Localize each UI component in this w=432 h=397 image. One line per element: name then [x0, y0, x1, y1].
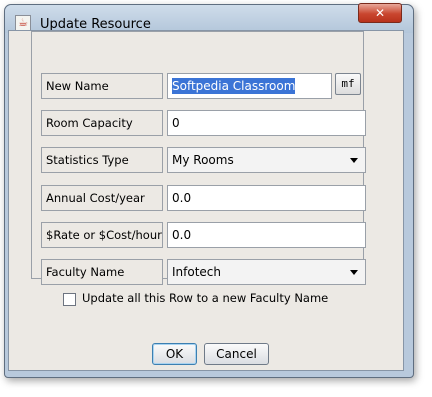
rate-cost-label: $Rate or $Cost/hour	[41, 222, 163, 248]
java-cup-icon: ☕	[15, 15, 31, 31]
rate-cost-value: 0.0	[172, 228, 192, 242]
statistics-type-label: Statistics Type	[41, 147, 163, 173]
rate-cost-input[interactable]: 0.0	[167, 222, 366, 248]
update-row-label[interactable]: Update all this Row to a new Faculty Nam…	[82, 291, 328, 305]
new-name-value: Softpedia Classroom	[172, 78, 296, 94]
ok-button[interactable]: OK	[152, 343, 197, 365]
faculty-name-value: Infotech	[172, 265, 222, 279]
room-capacity-label: Room Capacity	[41, 110, 163, 136]
chevron-down-icon	[350, 158, 358, 163]
statistics-type-dropdown[interactable]: My Rooms	[167, 147, 366, 173]
annual-cost-label: Annual Cost/year	[41, 185, 163, 211]
close-button[interactable]: ✕	[358, 3, 402, 23]
annual-cost-value: 0.0	[172, 191, 192, 205]
annual-cost-input[interactable]: 0.0	[167, 185, 366, 211]
faculty-name-dropdown[interactable]: Infotech	[167, 259, 366, 285]
statistics-type-value: My Rooms	[172, 153, 234, 167]
mf-button[interactable]: mf	[335, 73, 361, 95]
chevron-down-icon	[350, 270, 358, 275]
cancel-button[interactable]: Cancel	[204, 343, 269, 365]
new-name-input[interactable]: Softpedia Classroom	[167, 73, 332, 99]
faculty-name-label: Faculty Name	[41, 259, 163, 285]
room-capacity-input[interactable]: 0	[167, 110, 366, 136]
new-name-label: New Name	[41, 73, 163, 99]
room-capacity-value: 0	[172, 116, 180, 130]
update-row-checkbox[interactable]	[63, 293, 76, 306]
